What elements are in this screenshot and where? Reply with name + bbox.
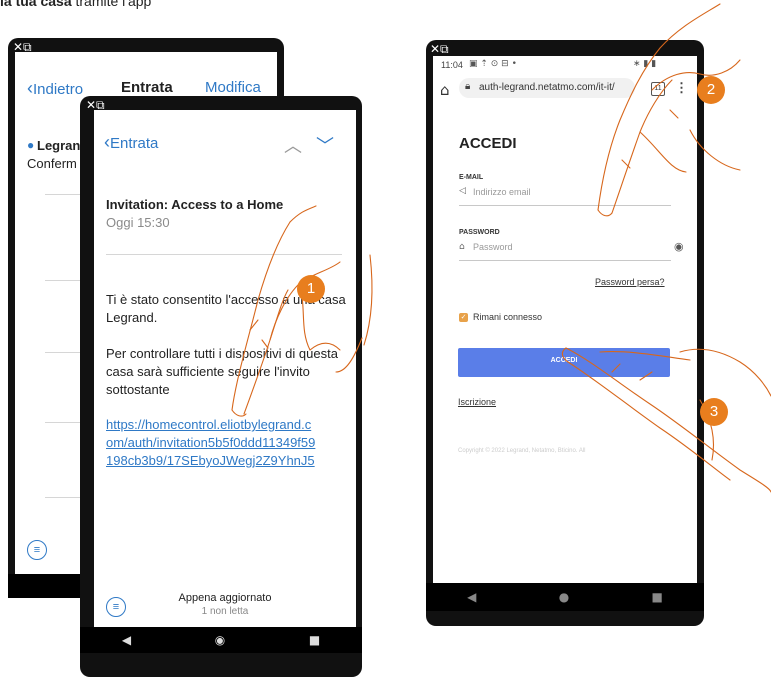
copyright: Copyright © 2022 Legrand, Netatmo, Btici… [458,448,586,454]
filter-icon[interactable]: ≡ [106,597,126,617]
chevron-down-icon[interactable]: ﹀ [316,132,334,158]
notification-icons: ▣ ⇡ ⊙ ⊟ • [469,59,517,69]
right-phone-navbar: ◀ ● ■ [426,583,704,611]
filter-icon[interactable]: ≡ [27,540,47,560]
nav-back-icon[interactable]: ◀ [467,590,476,604]
header-rest: tramite l'app [71,0,152,9]
inbox-title: Entrata [121,79,173,96]
login-heading: ACCEDI [459,135,517,152]
nav-recent-icon[interactable]: ■ [309,633,320,647]
more-menu-icon[interactable]: ⋮ [675,80,688,96]
nav-back-icon[interactable]: ◀ [122,633,131,647]
nav-home-icon[interactable]: ● [559,590,569,604]
forgot-password-link[interactable]: Password persa? [595,277,665,287]
status-icons: ✕⧉ [430,42,449,56]
lock-field-icon: ⌂ [459,242,465,252]
unread-dot-icon: ● [27,138,35,152]
signup-link[interactable]: Iscrizione [458,397,496,407]
remember-label: Rimani connesso [473,312,543,322]
right-phone-screen: 11:04 ▣ ⇡ ⊙ ⊟ • ∗ ▮ ▮ ⌂ 🔒︎ auth-legrand.… [433,56,697,583]
back-button-label: Entrata [110,135,159,152]
back-button-label: Indietro [33,81,84,98]
header-text: la tua casa tramite l'app [0,0,151,9]
footer-sub: 1 non letta [201,606,249,617]
front-phone-navbar: ◀ ◉ ■ [80,627,362,653]
back-button[interactable]: ‹Entrata [104,132,158,153]
step-badge-3: 3 [700,398,728,426]
system-icons: ∗ ▮ ▮ [633,59,657,69]
remember-checkbox[interactable]: ✓ [459,313,468,322]
footer-title: Appena aggiornato [178,592,272,604]
login-submit-button[interactable]: ACCEDI [458,348,670,377]
eye-icon[interactable]: ◉ [674,240,684,253]
right-phone: ✕⧉ 11:04 ▣ ⇡ ⊙ ⊟ • ∗ ▮ ▮ ⌂ 🔒︎ auth-legra… [426,40,704,626]
edit-button[interactable]: Modifica [205,79,261,96]
step-badge-2: 2 [697,76,725,104]
url-text: auth-legrand.netatmo.com/it-it/ [479,82,615,93]
tabs-count-icon[interactable]: 11 [651,82,665,96]
invitation-link[interactable]: https://homecontrol.eliotbylegrand.com/a… [106,416,316,470]
clock: 11:04 [441,60,463,70]
step-badge-1: 1 [297,275,325,303]
mail-date: Oggi 15:30 [106,215,170,230]
nav-home-icon[interactable]: ◉ [215,633,225,647]
home-icon[interactable]: ⌂ [440,81,450,99]
password-underline [459,260,671,261]
email-underline [459,205,671,206]
header-bold: la tua casa [0,0,72,9]
send-icon: ◁ [459,186,466,196]
submit-label: ACCEDI [550,357,578,364]
front-phone-screen: ‹Entrata ︿ ﹀ Invitation: Access to a Hom… [94,110,356,627]
divider [106,254,342,255]
lock-icon: 🔒︎ [465,81,471,92]
front-phone: ✕⧉ ‹Entrata ︿ ﹀ Invitation: Access to a … [80,96,362,677]
chevron-up-icon[interactable]: ︿ [284,132,302,158]
url-bar[interactable]: 🔒︎ auth-legrand.netatmo.com/it-it/ [459,78,635,98]
email-field[interactable]: Indirizzo email [473,187,669,197]
mail-subject: Invitation: Access to a Home [106,197,284,212]
email-label: E-MAIL [459,174,484,181]
password-label: PASSWORD [459,229,500,236]
mail-body-p2: Per controllare tutti i dispositivi di q… [106,346,338,397]
password-field[interactable]: Password [473,242,653,252]
mail-item-preview: Conferm [27,156,77,171]
back-button[interactable]: ‹Indietro [27,78,83,99]
nav-recent-icon[interactable]: ■ [652,590,663,604]
